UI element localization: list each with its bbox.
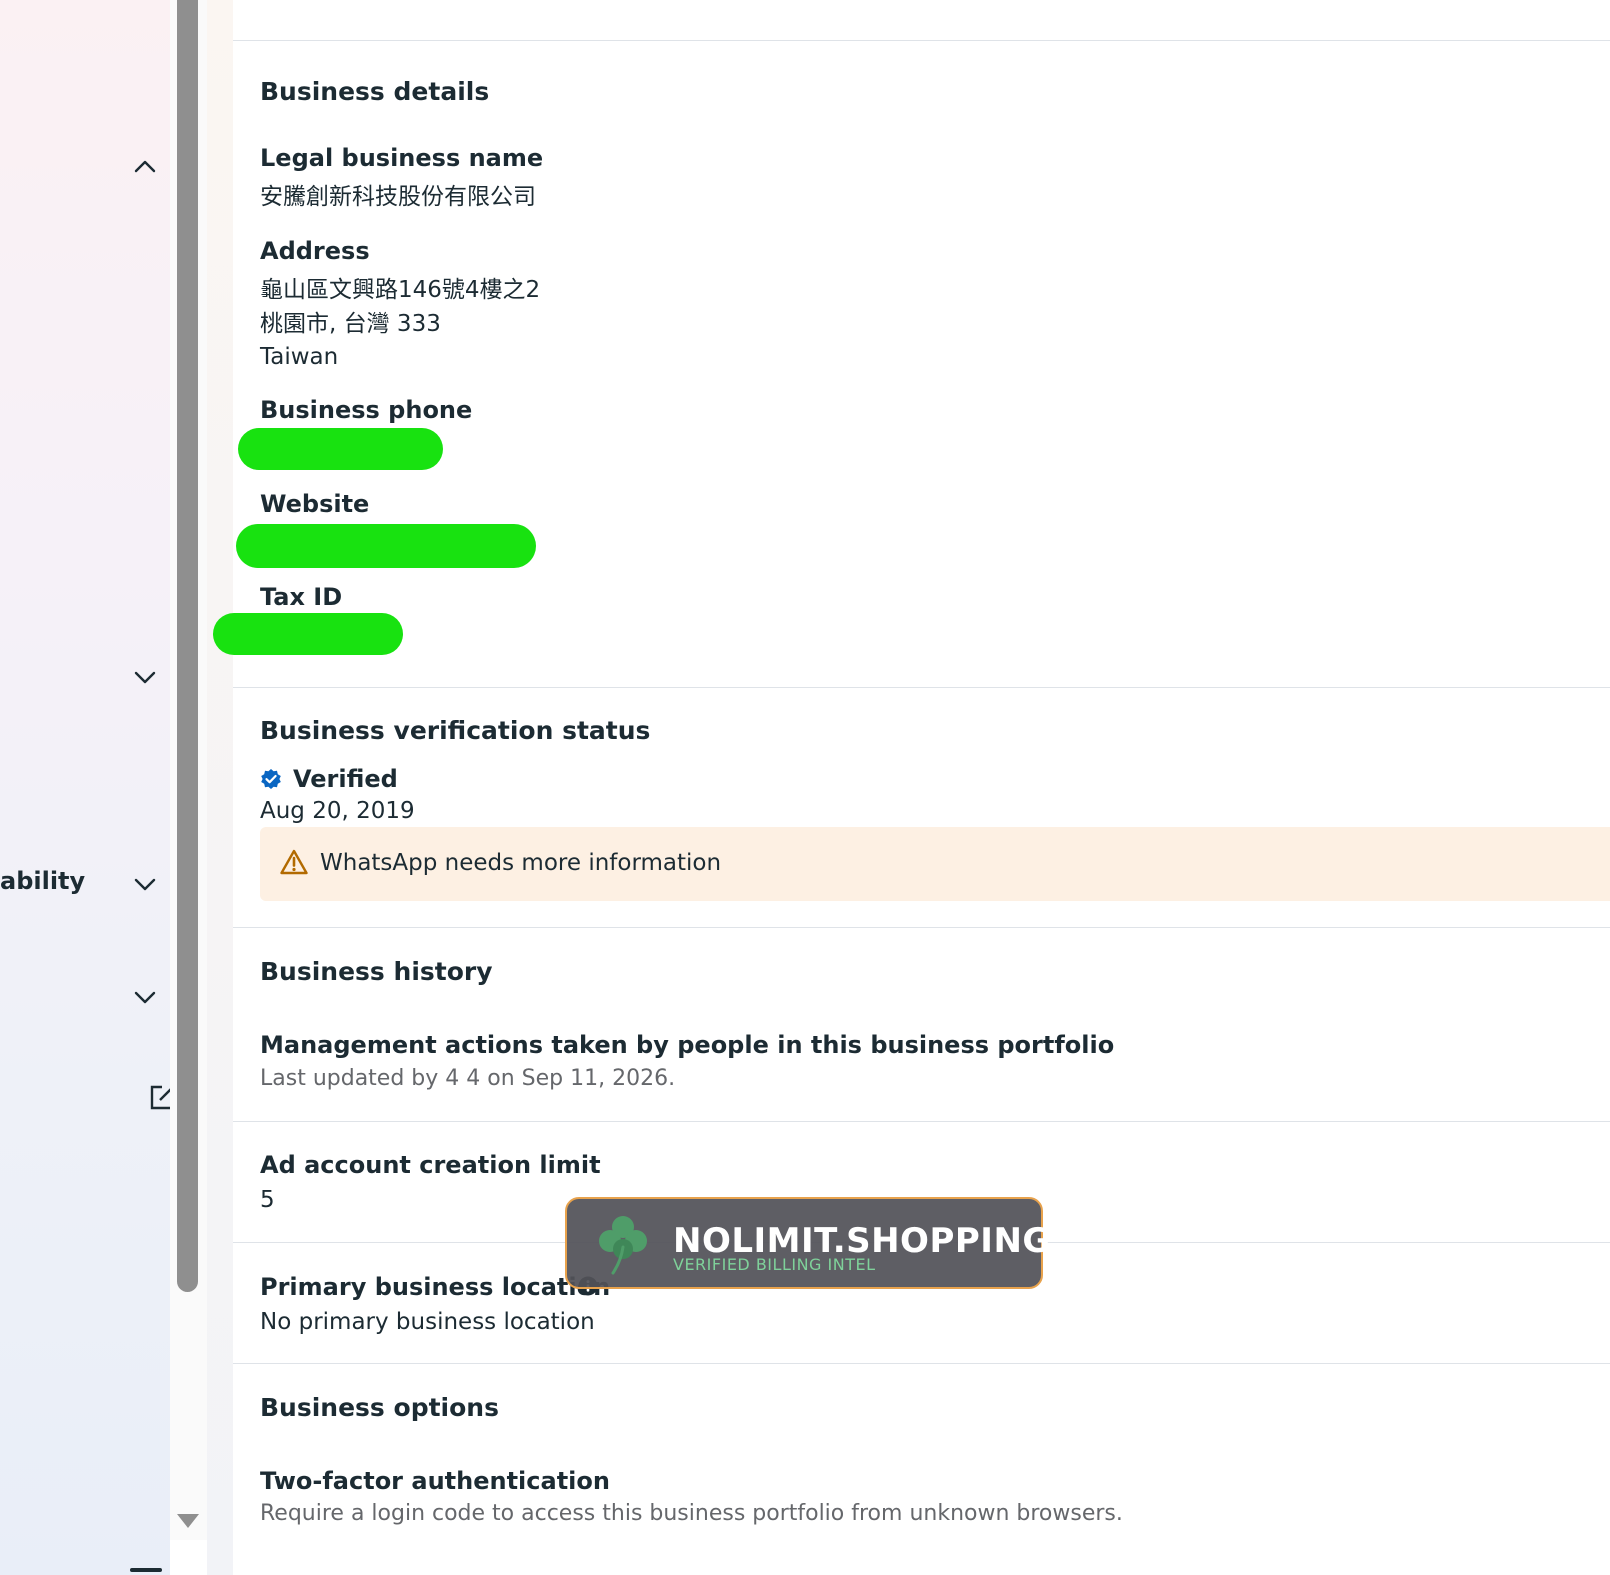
divider [233, 40, 1610, 41]
legal-name-label: Legal business name [260, 144, 544, 172]
chevron-down-icon[interactable] [133, 872, 157, 896]
verified-badge-icon [260, 768, 282, 790]
address-label: Address [260, 237, 370, 265]
phone-redaction [238, 428, 443, 470]
tax-id-label: Tax ID [260, 583, 343, 611]
content-gutter [207, 0, 233, 1575]
ad-limit-value: 5 [260, 1187, 275, 1213]
left-sidebar: ability [0, 0, 170, 1575]
whatsapp-warning-banner[interactable]: WhatsApp needs more information [260, 827, 1610, 901]
tax-id-redaction [213, 613, 403, 655]
clover-logo-icon [595, 1213, 651, 1275]
primary-location-value: No primary business location [260, 1309, 595, 1335]
divider [233, 927, 1610, 928]
verified-label: Verified [293, 765, 398, 793]
scrollbar-thumb[interactable] [177, 0, 198, 1292]
ad-limit-label: Ad account creation limit [260, 1151, 601, 1179]
website-label: Website [260, 490, 370, 518]
verification-date: Aug 20, 2019 [260, 798, 415, 824]
external-link-icon[interactable] [150, 1084, 170, 1110]
address-line-3: Taiwan [260, 344, 339, 370]
chevron-up-icon[interactable] [133, 155, 157, 179]
address-line-1: 龜山區文興路146號4樓之2 [260, 277, 541, 303]
scroll-down-arrow-icon[interactable] [176, 1512, 200, 1530]
business-phone-label: Business phone [260, 396, 473, 424]
management-actions-title[interactable]: Management actions taken by people in th… [260, 1030, 1114, 1060]
chevron-down-icon[interactable] [133, 665, 157, 689]
primary-location-label: Primary business location [260, 1273, 611, 1301]
sidebar-bottom-icon [130, 1568, 162, 1572]
watermark-overlay: NOLIMIT.SHOPPING VERIFIED BILLING INTEL [565, 1197, 1050, 1289]
watermark-subtitle: VERIFIED BILLING INTEL [673, 1255, 876, 1274]
warning-text: WhatsApp needs more information [320, 850, 722, 876]
two-factor-label[interactable]: Two-factor authentication [260, 1466, 610, 1496]
two-factor-description: Require a login code to access this busi… [260, 1501, 1123, 1526]
sidebar-item-label[interactable]: ability [0, 866, 85, 896]
divider [233, 1121, 1610, 1122]
management-actions-subtitle: Last updated by 4 4 on Sep 11, 2026. [260, 1066, 676, 1091]
warning-triangle-icon [280, 849, 308, 875]
legal-name-value: 安騰創新科技股份有限公司 [260, 184, 536, 210]
business-history-heading: Business history [260, 957, 493, 986]
verification-heading: Business verification status [260, 716, 651, 745]
divider [233, 1363, 1610, 1364]
business-details-heading: Business details [260, 77, 490, 106]
divider [233, 687, 1610, 688]
chevron-down-icon[interactable] [133, 985, 157, 1009]
business-options-heading: Business options [260, 1393, 499, 1422]
address-line-2: 桃園市, 台灣 333 [260, 311, 441, 337]
business-info-panel: Business details Legal business name 安騰創… [213, 0, 1610, 1575]
website-redaction [236, 524, 536, 568]
